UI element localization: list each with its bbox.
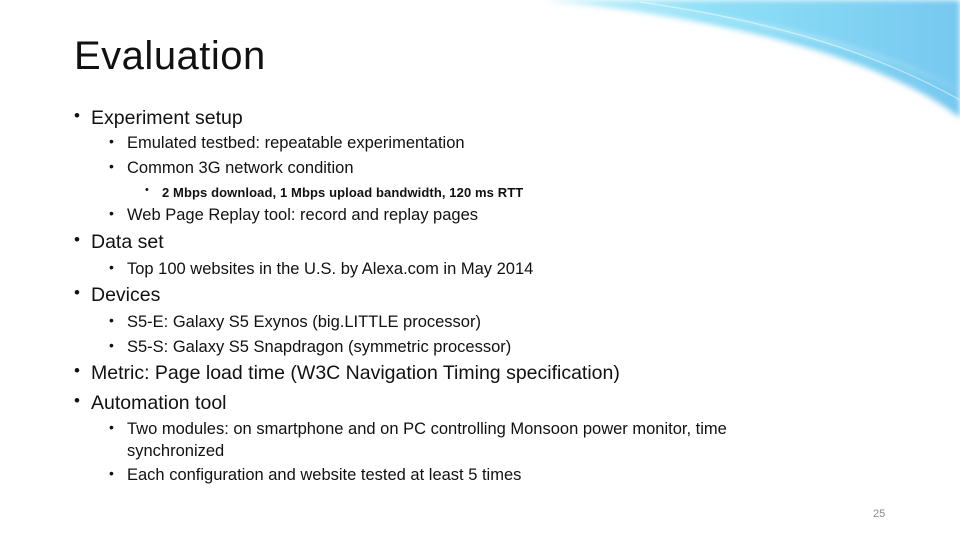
- bullet-icon: •: [109, 465, 114, 481]
- bullet-text: Two modules: on smartphone and on PC con…: [127, 420, 727, 438]
- bullet-item: • Experiment setup: [74, 106, 243, 130]
- bullet-text: Automation tool: [91, 392, 227, 414]
- bullet-icon: •: [74, 230, 80, 249]
- bullet-item: • Common 3G network condition: [109, 158, 354, 178]
- bullet-text: Experiment setup: [91, 107, 243, 129]
- bullet-icon: •: [145, 184, 149, 196]
- bullet-text: Devices: [91, 284, 161, 306]
- bullet-item: • Data set: [74, 230, 164, 254]
- bullet-icon: •: [109, 133, 114, 149]
- bullet-item: • S5-S: Galaxy S5 Snapdragon (symmetric …: [109, 337, 512, 357]
- bullet-item: • Web Page Replay tool: record and repla…: [109, 205, 478, 225]
- bullet-icon: •: [109, 312, 114, 328]
- bullet-icon: •: [109, 337, 114, 353]
- bullet-item: • S5-E: Galaxy S5 Exynos (big.LITTLE pro…: [109, 312, 481, 332]
- bullet-text: 2 Mbps download, 1 Mbps upload bandwidth…: [162, 185, 524, 200]
- bullet-text: Each configuration and website tested at…: [127, 466, 522, 484]
- bullet-icon: •: [109, 205, 114, 221]
- bullet-icon: •: [109, 158, 114, 174]
- bullet-text: Web Page Replay tool: record and replay …: [127, 206, 478, 224]
- bullet-icon: •: [74, 283, 80, 302]
- bullet-icon: •: [74, 391, 80, 410]
- bullet-icon: •: [74, 106, 80, 125]
- bullet-item: • Two modules: on smartphone and on PC c…: [109, 419, 727, 439]
- slide-page-number: 25: [873, 508, 886, 520]
- bullet-text: Data set: [91, 231, 164, 253]
- bullet-text: Common 3G network condition: [127, 159, 354, 177]
- bullet-item: • Devices: [74, 283, 161, 307]
- bullet-text: Metric: Page load time (W3C Navigation T…: [91, 362, 620, 384]
- bullet-continuation-text: synchronized: [127, 442, 225, 460]
- bullet-icon: •: [109, 259, 114, 275]
- bullet-item: • Emulated testbed: repeatable experimen…: [109, 133, 465, 153]
- bullet-text: Top 100 websites in the U.S. by Alexa.co…: [127, 260, 534, 278]
- bullet-icon: •: [74, 361, 80, 380]
- bullet-item: • Metric: Page load time (W3C Navigation…: [74, 361, 620, 385]
- bullet-item: • 2 Mbps download, 1 Mbps upload bandwid…: [145, 184, 524, 200]
- bullet-item: • Automation tool: [74, 391, 227, 415]
- bullet-text: S5-S: Galaxy S5 Snapdragon (symmetric pr…: [127, 338, 512, 356]
- bullet-text: Emulated testbed: repeatable experimenta…: [127, 134, 465, 152]
- slide-title: Evaluation: [74, 34, 266, 78]
- bullet-item: • Top 100 websites in the U.S. by Alexa.…: [109, 259, 534, 279]
- bullet-text: S5-E: Galaxy S5 Exynos (big.LITTLE proce…: [127, 313, 481, 331]
- bullet-item: • Each configuration and website tested …: [109, 465, 522, 485]
- bullet-icon: •: [109, 419, 114, 435]
